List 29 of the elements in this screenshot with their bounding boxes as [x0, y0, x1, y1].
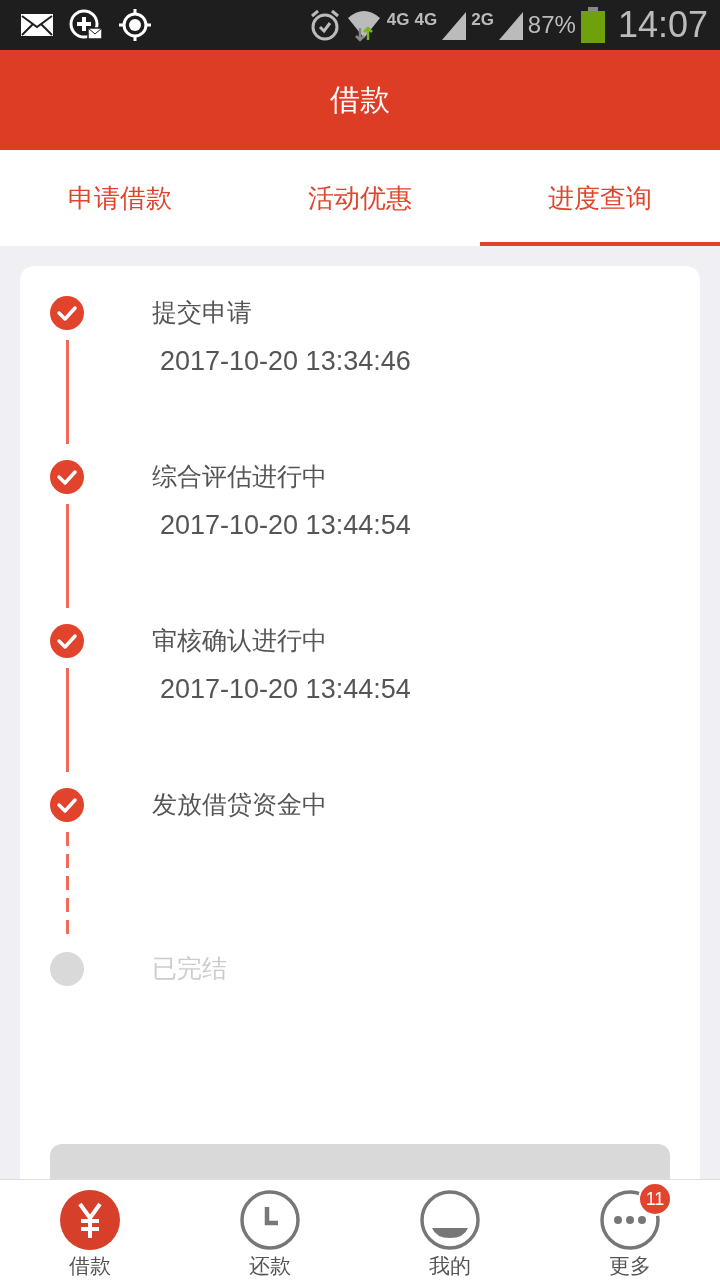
clock: 14:07	[617, 4, 708, 46]
page-title: 借款	[330, 80, 390, 119]
nav-item[interactable]: 我的	[360, 1180, 540, 1280]
nav-item[interactable]: 还款	[180, 1180, 360, 1280]
step-title: 审核确认进行中	[152, 625, 328, 657]
battery-icon	[580, 7, 605, 43]
signal-icon	[442, 10, 467, 40]
notification-badge: 11	[638, 1182, 672, 1216]
step-time: 2017-10-20 13:44:54	[160, 674, 411, 705]
network-type: 4G	[386, 10, 410, 30]
battery-percent: 87%	[527, 11, 576, 39]
step-title: 发放借贷资金中	[152, 789, 327, 821]
add-message-icon	[68, 8, 104, 42]
clock-icon	[240, 1190, 300, 1250]
user-icon	[420, 1190, 480, 1250]
network-type: 4G	[414, 10, 438, 30]
step-title: 提交申请	[152, 297, 253, 329]
step-title: 综合评估进行中	[152, 461, 328, 493]
alarm-icon	[308, 8, 341, 42]
mail-icon	[20, 13, 54, 37]
step-time: 2017-10-20 13:44:54	[160, 510, 411, 541]
nav-item[interactable]: 借款	[0, 1180, 180, 1280]
wifi-icon	[345, 8, 382, 42]
nav-item[interactable]: 11 更多	[540, 1180, 720, 1280]
yuan-icon	[60, 1190, 120, 1250]
step-time: 2017-10-20 13:34:46	[160, 346, 411, 377]
network-type: 2G	[471, 10, 494, 30]
location-icon	[118, 8, 152, 42]
signal-icon	[498, 10, 523, 40]
